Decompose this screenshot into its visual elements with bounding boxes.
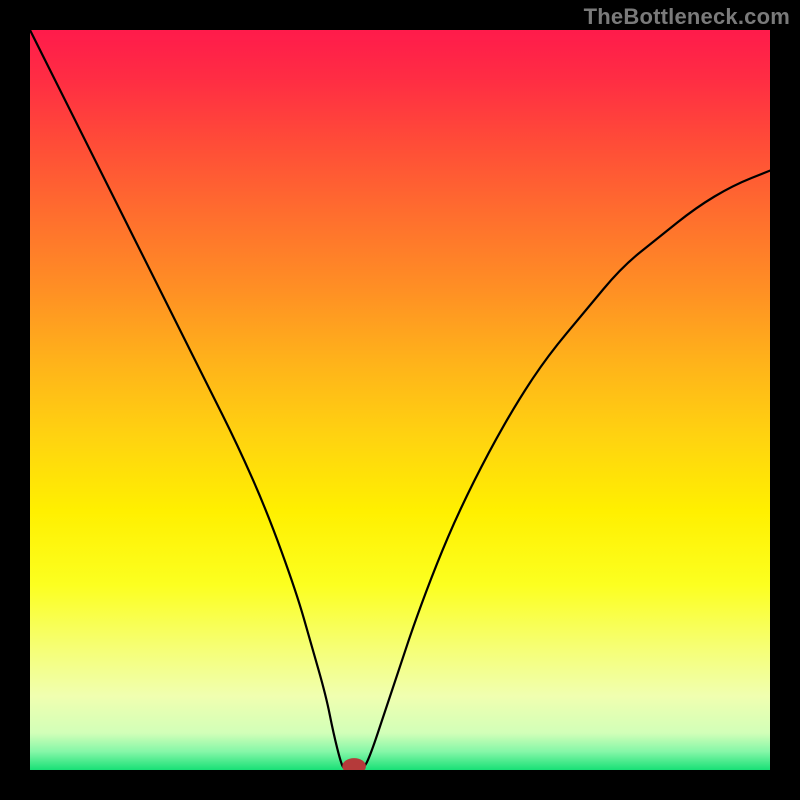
plot-svg <box>30 30 770 770</box>
watermark-label: TheBottleneck.com <box>584 4 790 30</box>
plot-area <box>30 30 770 770</box>
gradient-background <box>30 30 770 770</box>
chart-frame: TheBottleneck.com <box>0 0 800 800</box>
